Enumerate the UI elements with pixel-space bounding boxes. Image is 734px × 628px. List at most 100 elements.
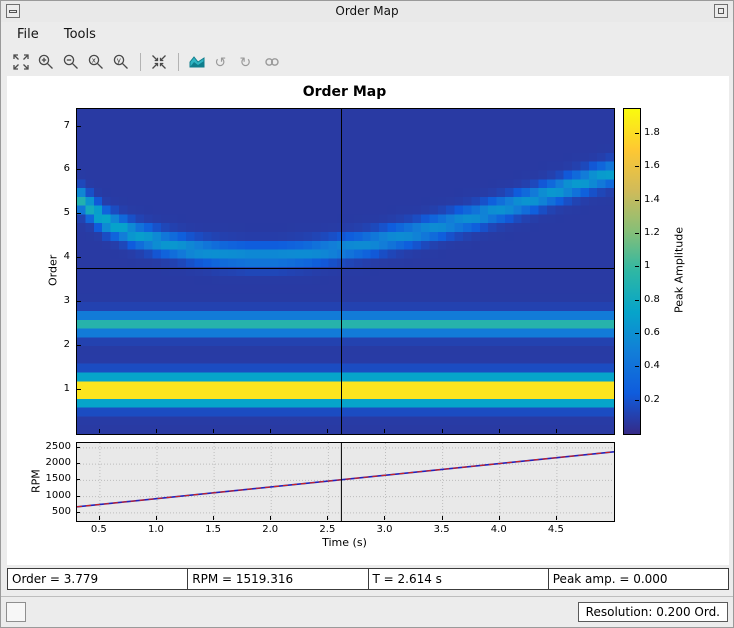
colorbar-tick-label: 1 xyxy=(644,260,651,272)
rpm-tick-label: 500 xyxy=(51,505,71,517)
zoom-x-button[interactable]: x xyxy=(84,50,108,74)
order-tick-label: 6 xyxy=(63,163,70,175)
colormap-icon xyxy=(189,56,205,68)
time-tick-label: 3.0 xyxy=(376,524,393,535)
time-tick-mark xyxy=(442,429,443,433)
order-tick-label: 5 xyxy=(63,207,70,219)
time-tick-mark xyxy=(213,429,214,433)
time-tick-label: 3.5 xyxy=(433,524,450,535)
time-tick-label: 4.0 xyxy=(490,524,507,535)
rpm-xtick-mark xyxy=(270,516,271,520)
order-tick-label: 3 xyxy=(63,295,70,307)
redo-view-button[interactable]: ↻ xyxy=(235,50,259,74)
fit-view-button[interactable] xyxy=(9,50,33,74)
rpm-readout: RPM = 1519.316 xyxy=(187,568,369,590)
figure-area: Order Map Order Peak Amplitude RPM Time … xyxy=(7,76,729,565)
order-tick-label: 2 xyxy=(63,339,70,351)
colorbar-tick-mark xyxy=(635,300,639,301)
colormap-button[interactable] xyxy=(185,50,209,74)
time-tick-mark xyxy=(327,429,328,433)
order-tick-label: 1 xyxy=(63,383,70,395)
colorbar-tick-mark xyxy=(635,366,639,367)
resolution-readout: Resolution: 0.200 Ord. xyxy=(577,602,728,622)
rpm-xtick-mark xyxy=(384,516,385,520)
rpm-tick-mark xyxy=(77,496,80,497)
order-map-window: Order Map File Tools x y ↺ ↻ Order Map O… xyxy=(0,0,734,628)
order-tick-label: 7 xyxy=(63,119,70,131)
rpm-tick-mark xyxy=(77,463,80,464)
colorbar-tick-mark xyxy=(635,233,639,234)
crosshair-horizontal-line[interactable] xyxy=(77,268,614,269)
fit-view-icon xyxy=(13,54,29,70)
colorbar-tick-label: 1.6 xyxy=(644,160,660,172)
rpm-tick-mark xyxy=(77,479,80,480)
colorbar-tick-mark xyxy=(635,400,639,401)
rpm-tick-label: 1500 xyxy=(45,473,71,485)
order-tick-mark xyxy=(77,169,81,170)
rpm-xtick-mark xyxy=(99,516,100,520)
order-tick-mark xyxy=(77,389,81,390)
toolbar: x y ↺ ↻ xyxy=(1,48,733,76)
undo-view-button[interactable]: ↺ xyxy=(210,50,234,74)
redo-view-icon: ↻ xyxy=(240,55,252,71)
colorbar-tick-label: 0.8 xyxy=(644,293,660,305)
rpm-tick-label: 2000 xyxy=(45,457,71,469)
peak-amp-readout: Peak amp. = 0.000 xyxy=(547,568,729,590)
order-map-canvas[interactable] xyxy=(77,109,614,434)
order-readout: Order = 3.779 xyxy=(7,568,189,590)
order-map-axes[interactable] xyxy=(76,108,615,435)
time-readout: T = 2.614 s xyxy=(367,568,549,590)
order-tick-mark xyxy=(77,126,81,127)
time-tick-label: 2.5 xyxy=(319,524,336,535)
titlebar[interactable]: Order Map xyxy=(1,1,733,23)
link-axes-button[interactable] xyxy=(260,50,284,74)
time-tick-mark xyxy=(499,429,500,433)
menu-file[interactable]: File xyxy=(13,25,43,44)
restore-view-icon xyxy=(152,55,166,69)
restore-view-button[interactable] xyxy=(147,50,171,74)
toolbar-separator xyxy=(140,53,141,71)
menu-tools[interactable]: Tools xyxy=(60,25,100,44)
rpm-xtick-mark xyxy=(499,516,500,520)
order-tick-mark xyxy=(77,213,81,214)
zoom-in-button[interactable] xyxy=(34,50,58,74)
time-tick-mark xyxy=(156,429,157,433)
rpm-line-measured xyxy=(76,451,615,508)
zoom-out-icon xyxy=(63,54,78,69)
rpm-axes[interactable] xyxy=(76,442,615,522)
colorbar-tick-label: 0.4 xyxy=(644,360,660,372)
rpm-tick-mark xyxy=(77,512,80,513)
colorbar-label: Peak Amplitude xyxy=(672,227,686,314)
time-tick-mark xyxy=(99,429,100,433)
time-axis-label: Time (s) xyxy=(322,536,367,549)
zoom-out-button[interactable] xyxy=(59,50,83,74)
crosshair-vertical-line[interactable] xyxy=(341,109,342,434)
rpm-xtick-mark xyxy=(327,516,328,520)
rpm-xtick-mark xyxy=(213,516,214,520)
time-tick-label: 1.5 xyxy=(205,524,222,535)
time-tick-label: 4.5 xyxy=(547,524,564,535)
menubar: File Tools xyxy=(1,22,733,48)
window-maximize-button[interactable] xyxy=(714,4,728,18)
statusbar: Resolution: 0.200 Ord. xyxy=(1,598,733,627)
colorbar-tick-mark xyxy=(635,166,639,167)
colorbar-tick-mark xyxy=(635,200,639,201)
rpm-tick-label: 1000 xyxy=(45,489,71,501)
colorbar-tick-label: 1.2 xyxy=(644,227,660,238)
time-tick-label: 1.0 xyxy=(148,524,164,535)
time-tick-mark xyxy=(270,429,271,433)
colorbar-tick-mark xyxy=(635,333,639,334)
zoom-y-button[interactable]: y xyxy=(109,50,133,74)
rpm-plot xyxy=(76,443,615,521)
rpm-tick-label: 2500 xyxy=(45,440,71,452)
undo-view-icon: ↺ xyxy=(215,55,227,71)
zoom-y-icon: y xyxy=(113,54,128,69)
time-tick-mark xyxy=(556,429,557,433)
statusbar-grip xyxy=(6,602,26,622)
window-maximize-icon xyxy=(718,8,724,14)
rpm-xtick-mark xyxy=(442,516,443,520)
colorbar xyxy=(623,108,641,435)
readout-row: Order = 3.779 RPM = 1519.316 T = 2.614 s… xyxy=(7,568,729,590)
order-tick-label: 4 xyxy=(63,251,70,263)
colorbar-tick-label: 1.8 xyxy=(644,127,660,138)
